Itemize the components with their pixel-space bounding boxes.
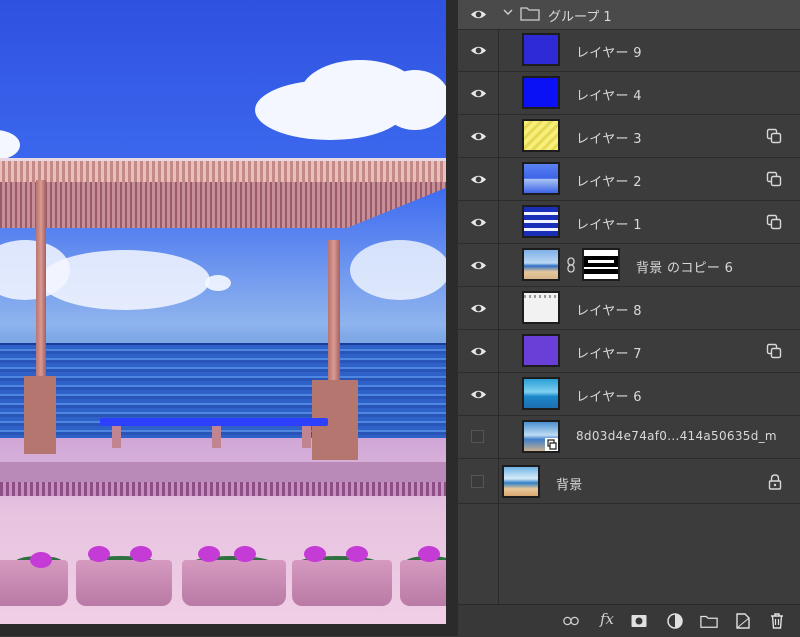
link-layers-icon[interactable] xyxy=(562,612,580,630)
cloud xyxy=(380,70,446,130)
flower xyxy=(304,546,326,562)
pillar xyxy=(36,180,46,380)
visibility-toggle-off[interactable] xyxy=(471,475,484,488)
layer-row[interactable]: レイヤー 3 xyxy=(458,115,800,158)
layer-thumbnail xyxy=(522,119,560,152)
fx-icon[interactable]: fx xyxy=(600,610,614,628)
eye-icon[interactable] xyxy=(470,386,487,403)
eye-icon[interactable] xyxy=(470,343,487,360)
layer-thumbnail xyxy=(522,291,560,324)
layer-name[interactable]: レイヤー 8 xyxy=(576,300,642,319)
layers-panel: グループ 1 レイヤー 9 レイヤー 4 レイヤー 3 レイヤー 2 レイヤー … xyxy=(458,0,800,637)
smart-object-icon xyxy=(545,438,558,451)
document-canvas[interactable] xyxy=(0,0,446,624)
layer-thumbnail xyxy=(522,205,560,238)
layer-name[interactable]: レイヤー 1 xyxy=(576,214,642,233)
cloud xyxy=(0,130,20,160)
layer-thumbnail xyxy=(522,162,560,195)
eye-icon[interactable] xyxy=(470,300,487,317)
flower xyxy=(88,546,110,562)
flower xyxy=(30,552,52,568)
flower xyxy=(418,546,440,562)
eye-icon[interactable] xyxy=(470,85,487,102)
flower xyxy=(346,546,368,562)
eye-icon[interactable] xyxy=(470,42,487,59)
layer-name[interactable]: レイヤー 2 xyxy=(576,171,642,190)
layer-name[interactable]: レイヤー 9 xyxy=(576,42,642,61)
layer-thumbnail xyxy=(522,420,560,453)
clipping-mask-icon xyxy=(766,128,782,144)
layer-thumbnail xyxy=(522,334,560,367)
layer-row[interactable]: レイヤー 1 xyxy=(458,201,800,244)
pavilion-roof xyxy=(0,158,446,186)
flower-pot xyxy=(0,560,68,606)
layer-name[interactable]: 背景 のコピー 6 xyxy=(636,257,733,276)
layer-row[interactable]: レイヤー 6 xyxy=(458,373,800,416)
flower-pot xyxy=(292,560,392,606)
layer-row[interactable]: レイヤー 4 xyxy=(458,72,800,115)
flower xyxy=(198,546,220,562)
cloud xyxy=(350,240,446,300)
background-layer-row[interactable]: 背景 xyxy=(458,459,800,504)
layer-name[interactable]: 8d03d4e74af0...414a50635d_m xyxy=(576,429,777,443)
link-icon[interactable] xyxy=(566,257,576,273)
layer-group-row[interactable]: グループ 1 xyxy=(458,0,800,30)
layer-thumbnail xyxy=(522,377,560,410)
layer-name[interactable]: レイヤー 7 xyxy=(576,343,642,362)
clipping-mask-icon xyxy=(766,171,782,187)
cloud xyxy=(205,275,231,291)
flower-pot xyxy=(400,560,446,606)
flower xyxy=(234,546,256,562)
layer-name[interactable]: レイヤー 4 xyxy=(576,85,642,104)
layer-thumbnail xyxy=(522,76,560,109)
lock-icon[interactable] xyxy=(768,473,782,491)
bench-leg xyxy=(112,426,121,448)
canvas-divider xyxy=(446,0,458,636)
eye-icon[interactable] xyxy=(470,171,487,188)
layer-thumbnail xyxy=(502,465,540,498)
folder-icon xyxy=(520,7,540,21)
eye-icon[interactable] xyxy=(470,128,487,145)
eye-icon[interactable] xyxy=(470,257,487,274)
bench-leg xyxy=(212,426,221,448)
bench-leg xyxy=(302,426,311,448)
new-group-icon[interactable] xyxy=(700,612,718,630)
flower xyxy=(130,546,152,562)
flower-pot xyxy=(182,560,286,606)
pillar-base xyxy=(24,376,56,454)
visibility-toggle-off[interactable] xyxy=(471,430,484,443)
layer-row[interactable]: レイヤー 7 xyxy=(458,330,800,373)
layer-name[interactable]: レイヤー 3 xyxy=(576,128,642,147)
layer-row[interactable]: レイヤー 2 xyxy=(458,158,800,201)
layer-row[interactable]: レイヤー 9 xyxy=(458,29,800,72)
eye-icon[interactable] xyxy=(470,214,487,231)
canvas-bottom-edge xyxy=(0,624,446,636)
eye-icon[interactable] xyxy=(470,6,487,23)
layer-row[interactable]: 背景 のコピー 6 xyxy=(458,244,800,287)
layer-name[interactable]: 背景 xyxy=(556,474,583,493)
ground-strip xyxy=(0,482,446,496)
bench xyxy=(100,418,328,426)
layer-row[interactable]: 8d03d4e74af0...414a50635d_m xyxy=(458,416,800,459)
clipping-mask-icon xyxy=(766,214,782,230)
layer-name[interactable]: レイヤー 6 xyxy=(576,386,642,405)
pavilion-roof-underside xyxy=(0,182,446,228)
pillar xyxy=(328,240,340,385)
flower-pot xyxy=(76,560,172,606)
clipping-mask-icon xyxy=(766,343,782,359)
add-mask-icon[interactable] xyxy=(630,612,648,630)
layer-mask-thumbnail[interactable] xyxy=(582,248,620,281)
delete-icon[interactable] xyxy=(768,612,786,630)
new-layer-icon[interactable] xyxy=(734,612,752,630)
layer-thumbnail xyxy=(522,248,560,281)
chevron-down-icon[interactable] xyxy=(502,6,514,18)
layer-row[interactable]: レイヤー 8 xyxy=(458,287,800,330)
adjustment-layer-icon[interactable] xyxy=(666,612,684,630)
layers-panel-footer: fx xyxy=(458,604,800,637)
group-name: グループ 1 xyxy=(548,10,612,25)
layer-thumbnail xyxy=(522,33,560,66)
